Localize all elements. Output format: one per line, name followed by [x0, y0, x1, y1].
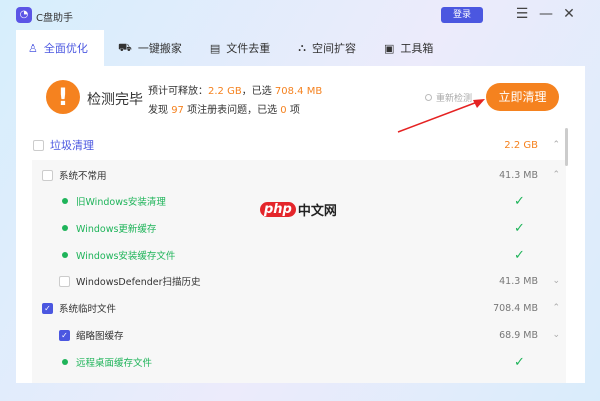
item-label: 系统不常用 [59, 171, 107, 182]
tab-file-dedupe[interactable]: ▤ 文件去重 [196, 30, 284, 66]
chevron-down-icon[interactable]: ⌄ [552, 330, 560, 340]
list-item: 远程桌面缓存文件 ✓ [0, 349, 566, 375]
item-size: 41.3 MB [499, 169, 538, 181]
tab-full-optimize[interactable]: ♙ 全面优化 [16, 30, 104, 66]
check-icon: ✓ [514, 354, 525, 370]
truck-icon: ⛟ [118, 40, 132, 54]
category-size: 2.2 GB [504, 139, 538, 151]
toolbox-icon: ▣ [383, 41, 395, 55]
list-item[interactable]: 系统不常用 41.3 MB ⌃ [0, 162, 566, 188]
login-button[interactable]: 登录 [441, 7, 483, 23]
main-tabs: ♙ 全面优化 ⛟ 一键搬家 ▤ 文件去重 ⛬ 空间扩容 ▣ 工具箱 [16, 30, 447, 66]
app-title: C盘助手 [36, 13, 73, 24]
tab-one-click-move[interactable]: ⛟ 一键搬家 [104, 30, 196, 66]
item-size: 68.9 MB [499, 329, 538, 341]
tab-label: 工具箱 [400, 42, 434, 55]
chevron-up-icon[interactable]: ⌃ [552, 303, 560, 313]
minimize-icon[interactable]: — [538, 5, 554, 23]
check-icon: ✓ [514, 247, 525, 263]
item-label: 系统临时文件 [59, 304, 117, 315]
red-arrow-annotation [397, 99, 485, 133]
list-item[interactable]: WindowsDefender扫描历史 41.3 MB ⌄ [0, 268, 566, 294]
list-item: Windows安装缓存文件 ✓ [0, 242, 566, 268]
category-label: 垃圾清理 [50, 139, 94, 152]
status-dot [62, 198, 68, 204]
app-logo: ◔ [16, 7, 32, 23]
release-summary: 预计可释放：2.2 GB，已选 708.4 MB [148, 86, 323, 97]
chevron-up-icon[interactable]: ⌃ [552, 140, 560, 150]
tab-label: 空间扩容 [311, 42, 356, 55]
item-size: 41.3 MB [499, 275, 538, 287]
rocket-icon: ♙ [28, 41, 38, 55]
scan-status: 检测完毕 [87, 92, 143, 108]
expand-icon: ⛬ [298, 41, 306, 54]
tab-space-expand[interactable]: ⛬ 空间扩容 [284, 30, 370, 66]
chevron-up-icon[interactable]: ⌃ [552, 170, 560, 180]
tab-label: 一键搬家 [137, 42, 182, 55]
status-dot [62, 225, 68, 231]
item-size: 708.4 MB [493, 302, 538, 314]
category-row-junk[interactable]: 垃圾清理 2.2 GB ⌃ [0, 132, 566, 158]
status-dot [62, 252, 68, 258]
close-icon[interactable]: ✕ [561, 5, 577, 23]
tab-toolbox[interactable]: ▣ 工具箱 [370, 30, 447, 66]
category-checkbox[interactable] [33, 139, 44, 151]
list-item[interactable]: ✓ 缩略图缓存 68.9 MB ⌄ [0, 322, 566, 348]
clean-now-button[interactable]: 立即清理 [486, 83, 559, 111]
item-label: 远程桌面缓存文件 [76, 358, 153, 369]
item-label: 旧Windows安装清理 [76, 197, 166, 208]
file-copy-icon: ▤ [209, 41, 221, 55]
item-checkbox[interactable]: ✓ [59, 329, 70, 341]
tab-label: 文件去重 [226, 42, 271, 55]
item-label: 缩略图缓存 [76, 331, 124, 342]
item-label: Windows更新缓存 [76, 224, 157, 235]
check-icon: ✓ [514, 193, 525, 209]
item-checkbox[interactable]: ✓ [42, 302, 53, 314]
tab-label: 全面优化 [43, 42, 88, 55]
item-label: WindowsDefender扫描历史 [76, 277, 201, 288]
menu-icon[interactable]: ☰ [514, 5, 530, 23]
watermark: php 中文网 [260, 200, 337, 219]
item-checkbox[interactable] [59, 275, 70, 287]
registry-summary: 发现 97 项注册表问题，已选 0 项 [148, 105, 300, 116]
check-icon: ✓ [514, 220, 525, 236]
list-item[interactable]: ✓ 系统临时文件 708.4 MB ⌃ [0, 295, 566, 321]
item-checkbox[interactable] [42, 169, 53, 181]
status-dot [62, 359, 68, 365]
chevron-down-icon[interactable]: ⌄ [552, 276, 560, 286]
warning-icon: ! [46, 80, 80, 114]
item-label: Windows安装缓存文件 [76, 251, 176, 262]
